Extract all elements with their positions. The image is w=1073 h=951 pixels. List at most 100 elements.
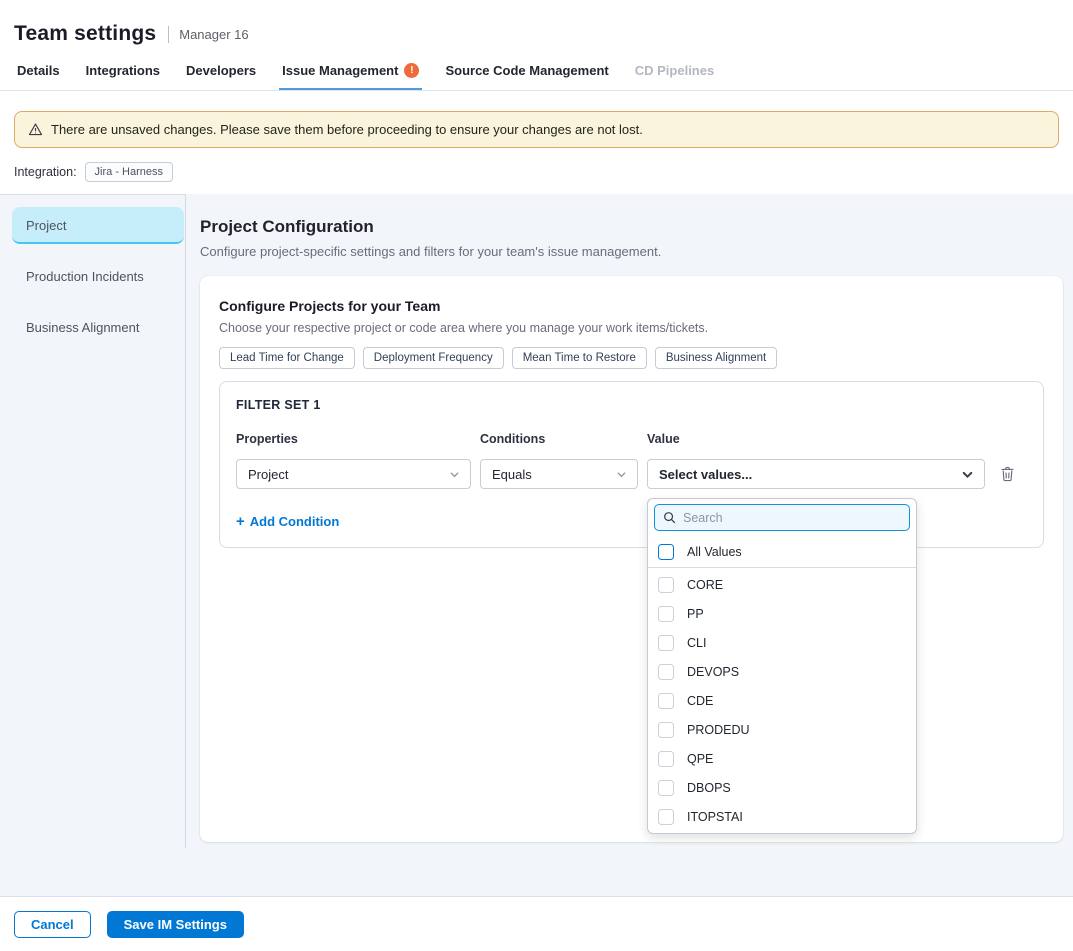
metric-chip-row: Lead Time for Change Deployment Frequenc… — [219, 347, 1044, 369]
chip-deployment-frequency[interactable]: Deployment Frequency — [363, 347, 504, 369]
option-qpe[interactable]: QPE — [648, 744, 916, 773]
option-cli[interactable]: CLI — [648, 628, 916, 657]
tab-label: Details — [17, 63, 60, 78]
add-condition-button[interactable]: + Add Condition — [236, 513, 339, 530]
filter-row: Project Equals — [236, 459, 1027, 489]
filter-set-1: FILTER SET 1 Properties Conditions Value… — [219, 381, 1044, 548]
properties-select[interactable]: Project — [236, 459, 471, 489]
option-cde[interactable]: CDE — [648, 686, 916, 715]
content-area: Project Production Incidents Business Al… — [0, 194, 1073, 896]
value-select-placeholder: Select values... — [659, 467, 752, 482]
search-icon — [663, 511, 676, 524]
option-label: PP — [687, 607, 704, 621]
main-panel: Project Configuration Configure project-… — [186, 194, 1073, 896]
tab-label: CD Pipelines — [635, 63, 714, 78]
page-title: Team settings — [14, 22, 156, 46]
properties-select-value: Project — [248, 467, 288, 482]
team-settings-page: Team settings Manager 16 Details Integra… — [0, 0, 1073, 951]
tab-label: Issue Management — [282, 63, 398, 78]
checkbox[interactable] — [658, 635, 674, 651]
option-prodedu[interactable]: PRODEDU — [648, 715, 916, 744]
tab-developers[interactable]: Developers — [183, 63, 259, 90]
chevron-down-icon — [961, 468, 974, 481]
checkbox[interactable] — [658, 664, 674, 680]
checkbox[interactable] — [658, 577, 674, 593]
option-label: CDE — [687, 694, 713, 708]
save-im-settings-button[interactable]: Save IM Settings — [107, 911, 244, 938]
option-label: CORE — [687, 578, 723, 592]
checkbox[interactable] — [658, 693, 674, 709]
tab-cd-pipelines[interactable]: CD Pipelines — [632, 63, 717, 90]
checkbox[interactable] — [658, 606, 674, 622]
column-label-value: Value — [647, 432, 985, 446]
conditions-select[interactable]: Equals — [480, 459, 638, 489]
add-condition-label: Add Condition — [250, 514, 340, 529]
section-title: Project Configuration — [200, 217, 1063, 237]
option-pipe[interactable]: PIPE — [648, 831, 916, 834]
chip-business-alignment[interactable]: Business Alignment — [655, 347, 777, 369]
settings-tab-bar: Details Integrations Developers Issue Ma… — [0, 55, 1073, 91]
option-dbops[interactable]: DBOPS — [648, 773, 916, 802]
unsaved-changes-banner: There are unsaved changes. Please save t… — [14, 111, 1059, 148]
chevron-down-icon — [616, 469, 627, 480]
option-label: CLI — [687, 636, 706, 650]
tab-integrations[interactable]: Integrations — [83, 63, 163, 90]
tab-label: Integrations — [86, 63, 160, 78]
option-itopstai[interactable]: ITOPSTAI — [648, 802, 916, 831]
unsaved-changes-badge-icon: ! — [404, 63, 419, 78]
option-label: ITOPSTAI — [687, 810, 743, 824]
dropdown-search-box — [654, 504, 910, 531]
filter-set-title: FILTER SET 1 — [236, 398, 1027, 412]
sidebar-item-production-incidents[interactable]: Production Incidents — [12, 258, 184, 295]
tab-issue-management[interactable]: Issue Management ! — [279, 63, 422, 90]
project-configuration-card: Configure Projects for your Team Choose … — [200, 276, 1063, 842]
column-label-properties: Properties — [236, 432, 471, 446]
warning-icon — [28, 122, 43, 137]
all-values-checkbox[interactable] — [658, 544, 674, 560]
tab-label: Developers — [186, 63, 256, 78]
chip-lead-time-for-change[interactable]: Lead Time for Change — [219, 347, 355, 369]
page-subtitle: Manager 16 — [179, 27, 248, 42]
sidebar-item-project[interactable]: Project — [12, 207, 184, 244]
option-label: DEVOPS — [687, 665, 739, 679]
value-multiselect[interactable]: Select values... — [647, 459, 985, 489]
settings-sidebar: Project Production Incidents Business Al… — [0, 194, 186, 848]
integration-label: Integration: — [14, 165, 77, 179]
integration-chip[interactable]: Jira - Harness — [85, 162, 173, 182]
footer-action-bar: Cancel Save IM Settings — [0, 896, 1073, 951]
option-label: All Values — [687, 545, 742, 559]
card-subtitle: Choose your respective project or code a… — [219, 321, 1044, 335]
page-header: Team settings Manager 16 — [0, 0, 1073, 55]
title-divider — [168, 26, 169, 43]
tab-details[interactable]: Details — [14, 63, 63, 90]
tab-source-code-management[interactable]: Source Code Management — [442, 63, 611, 90]
delete-filter-row-button[interactable] — [1004, 459, 1010, 489]
option-devops[interactable]: DEVOPS — [648, 657, 916, 686]
trash-icon — [1000, 466, 1015, 482]
integration-row: Integration: Jira - Harness — [14, 162, 1073, 182]
value-select-wrapper: Select values... — [647, 459, 985, 489]
conditions-select-value: Equals — [492, 467, 532, 482]
checkbox[interactable] — [658, 809, 674, 825]
filter-column-headers: Properties Conditions Value — [236, 432, 1027, 446]
option-label: DBOPS — [687, 781, 731, 795]
checkbox[interactable] — [658, 722, 674, 738]
checkbox[interactable] — [658, 751, 674, 767]
option-pp[interactable]: PP — [648, 599, 916, 628]
dropdown-search-input[interactable] — [683, 511, 901, 525]
banner-text: There are unsaved changes. Please save t… — [51, 122, 643, 137]
card-title: Configure Projects for your Team — [219, 298, 1044, 314]
option-core[interactable]: CORE — [648, 570, 916, 599]
column-label-conditions: Conditions — [480, 432, 638, 446]
dropdown-options-list: CORE PP CLI — [648, 570, 916, 834]
checkbox[interactable] — [658, 780, 674, 796]
chevron-down-icon — [449, 469, 460, 480]
value-select-dropdown: All Values CORE PP — [647, 498, 917, 834]
cancel-button[interactable]: Cancel — [14, 911, 91, 938]
option-all-values[interactable]: All Values — [648, 537, 916, 568]
option-label: PRODEDU — [687, 723, 750, 737]
sidebar-item-business-alignment[interactable]: Business Alignment — [12, 309, 184, 346]
section-subtitle: Configure project-specific settings and … — [200, 244, 1063, 259]
tab-label: Source Code Management — [445, 63, 608, 78]
chip-mean-time-to-restore[interactable]: Mean Time to Restore — [512, 347, 647, 369]
